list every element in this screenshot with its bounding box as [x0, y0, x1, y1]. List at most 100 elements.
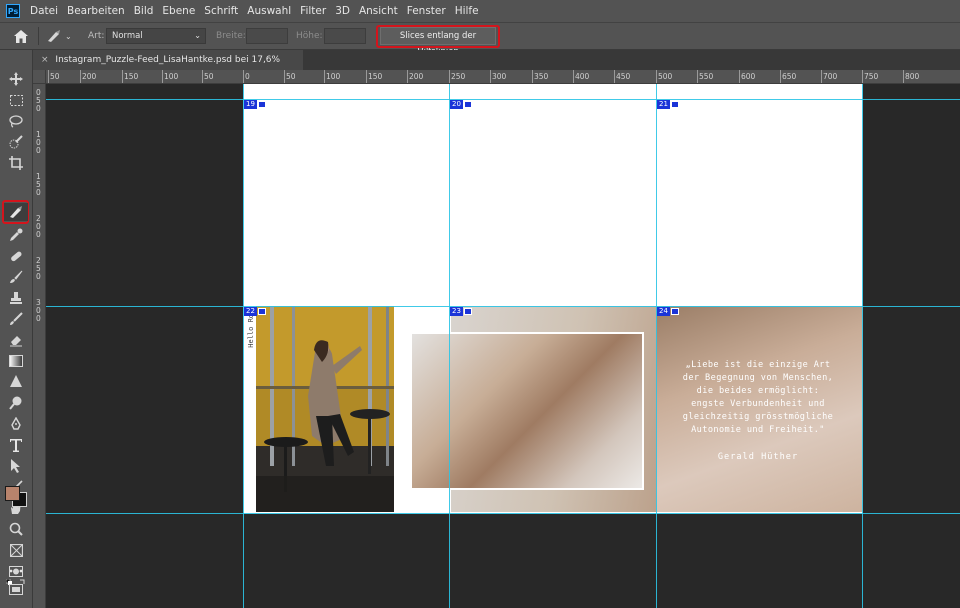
- guide-vertical[interactable]: [862, 84, 863, 608]
- ruler-label: 0: [36, 314, 41, 323]
- slice-badge[interactable]: 20: [450, 100, 472, 109]
- frame-tool[interactable]: [4, 541, 28, 559]
- menu-bild[interactable]: Bild: [134, 5, 154, 17]
- options-bar: ⌄ Art: Normal ⌄ Breite: Höhe: Slices ent…: [0, 22, 960, 57]
- ruler-tick: [407, 70, 408, 83]
- close-icon[interactable]: ×: [41, 55, 49, 65]
- hoehe-input[interactable]: [324, 28, 366, 44]
- quick-mask-button[interactable]: [7, 565, 24, 577]
- breite-input[interactable]: [246, 28, 288, 44]
- ruler-label: 250: [451, 72, 466, 81]
- tool-preset-picker[interactable]: ⌄: [46, 27, 76, 45]
- image-slice-icon: [463, 308, 472, 315]
- ruler-tick: [162, 70, 163, 83]
- menu-ebene[interactable]: Ebene: [162, 5, 195, 17]
- ruler-label: 0: [245, 72, 250, 81]
- eraser-tool[interactable]: [4, 331, 28, 349]
- slice-badge[interactable]: 24: [657, 307, 679, 316]
- art-label: Art:: [88, 31, 105, 41]
- foreground-color-swatch[interactable]: [5, 486, 20, 501]
- slice-number: 21: [657, 100, 670, 109]
- ruler-label: 700: [823, 72, 838, 81]
- ruler-label: 350: [534, 72, 549, 81]
- document-tab-bar: × Instagram_Puzzle-Feed_LisaHantke.psd b…: [33, 50, 960, 85]
- history-brush-tool[interactable]: [4, 310, 28, 328]
- type-tool[interactable]: [4, 436, 28, 454]
- healing-brush-tool[interactable]: [4, 247, 28, 265]
- zoom-tool[interactable]: [4, 520, 28, 538]
- menu-schrift[interactable]: Schrift: [204, 5, 238, 17]
- guide-vertical[interactable]: [449, 84, 450, 608]
- slice-badge[interactable]: 22: [244, 307, 266, 316]
- slice-tool[interactable]: [4, 203, 28, 221]
- ruler-tick: [243, 70, 244, 83]
- ruler-tick: [48, 70, 49, 83]
- brush-tool[interactable]: [4, 268, 28, 286]
- slice-badge[interactable]: 19: [244, 100, 266, 109]
- ruler-origin[interactable]: [33, 70, 46, 84]
- photo-woman-chair: [256, 306, 394, 512]
- dodge-icon: [9, 396, 22, 410]
- ruler-tick: [573, 70, 574, 83]
- guide-horizontal[interactable]: [46, 99, 960, 100]
- art-select[interactable]: Normal ⌄: [106, 28, 206, 44]
- blur-tool[interactable]: [4, 373, 28, 391]
- menu-bearbeiten[interactable]: Bearbeiten: [67, 5, 125, 17]
- ruler-label: 750: [864, 72, 879, 81]
- marquee-tool[interactable]: [4, 91, 28, 109]
- home-button[interactable]: [8, 25, 34, 47]
- dodge-tool[interactable]: [4, 394, 28, 412]
- gradient-icon: [9, 355, 23, 367]
- menu-datei[interactable]: Datei: [30, 5, 58, 17]
- screen-mode-button[interactable]: [7, 583, 24, 595]
- menu-hilfe[interactable]: Hilfe: [455, 5, 479, 17]
- quick-mask-icon: [8, 565, 23, 577]
- pen-tool[interactable]: [4, 415, 28, 433]
- blur-drop-icon: [10, 375, 22, 387]
- ruler-tick: [614, 70, 615, 83]
- highlight-box: [376, 25, 500, 48]
- gradient-tool[interactable]: [4, 352, 28, 370]
- guide-horizontal[interactable]: [46, 306, 960, 307]
- clone-stamp-icon: [10, 292, 22, 304]
- guide-vertical[interactable]: [656, 84, 657, 608]
- ruler-tick: [449, 70, 450, 83]
- ruler-label: 200: [409, 72, 424, 81]
- ruler-label: 800: [905, 72, 920, 81]
- ruler-tick: [284, 70, 285, 83]
- document-tab[interactable]: × Instagram_Puzzle-Feed_LisaHantke.psd b…: [33, 50, 303, 85]
- move-tool[interactable]: [4, 70, 28, 88]
- lasso-tool[interactable]: [4, 112, 28, 130]
- ruler-label: 0: [36, 146, 41, 155]
- ruler-label: 400: [575, 72, 590, 81]
- canvas-area[interactable]: „Liebe ist die einzige Art der Begegnung…: [46, 84, 960, 608]
- horizontal-ruler[interactable]: 50 200 150 100 50 0 50 100 150 200 250 300 350 400 450…: [46, 70, 960, 84]
- ruler-tick: [697, 70, 698, 83]
- menu-auswahl[interactable]: Auswahl: [247, 5, 291, 17]
- slice-badge[interactable]: 23: [450, 307, 472, 316]
- photo-hair-framed: [410, 332, 644, 490]
- ruler-tick: [780, 70, 781, 83]
- slice-badge[interactable]: 21: [657, 100, 679, 109]
- menu-ansicht[interactable]: Ansicht: [359, 5, 398, 17]
- type-icon: [10, 438, 22, 452]
- ruler-label: 50: [204, 72, 214, 81]
- vertical-ruler[interactable]: 050100150200250300: [33, 84, 46, 608]
- path-selection-tool[interactable]: [4, 457, 28, 475]
- ruler-label: 0: [36, 272, 41, 281]
- eyedropper-tool[interactable]: [4, 226, 28, 244]
- slice-knife-icon: [10, 206, 22, 218]
- guide-vertical[interactable]: [243, 84, 244, 608]
- stamp-tool[interactable]: [4, 289, 28, 307]
- lasso-icon: [9, 115, 23, 128]
- menu-fenster[interactable]: Fenster: [407, 5, 446, 17]
- quick-selection-tool[interactable]: [4, 133, 28, 151]
- menu-3d[interactable]: 3D: [335, 5, 350, 17]
- menu-filter[interactable]: Filter: [300, 5, 326, 17]
- guide-horizontal[interactable]: [46, 513, 960, 514]
- frame-icon: [9, 543, 23, 557]
- crop-tool[interactable]: [4, 154, 28, 172]
- ruler-tick: [80, 70, 81, 83]
- ruler-tick: [903, 70, 904, 83]
- image-slice-icon: [257, 308, 266, 315]
